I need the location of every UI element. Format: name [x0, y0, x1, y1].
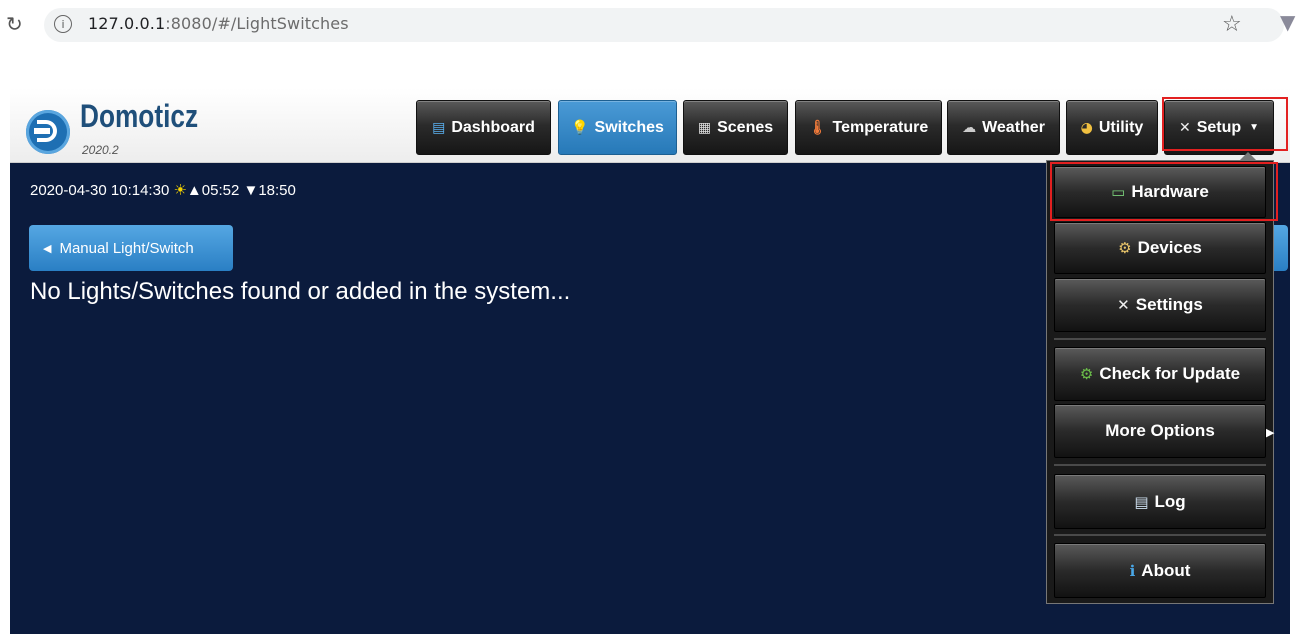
- tab-switches[interactable]: 💡 Switches: [558, 100, 677, 155]
- tab-scenes[interactable]: ▦ Scenes: [683, 100, 788, 155]
- reload-icon[interactable]: ↻: [6, 12, 28, 36]
- tools-icon: ✕: [1117, 296, 1130, 314]
- lightbulb-icon: 💡: [571, 119, 589, 136]
- brand-version: 2020.2: [82, 143, 119, 157]
- clapper-icon: ▦: [697, 119, 712, 136]
- highlight-hardware: [1050, 162, 1278, 221]
- tab-temperature-label: Temperature: [832, 118, 929, 136]
- tab-dashboard[interactable]: ▤ Dashboard: [416, 100, 551, 155]
- logo-d-bar: [34, 128, 50, 134]
- dropdown-caret: [1240, 152, 1256, 160]
- menu-item-about-label: About: [1141, 560, 1191, 580]
- manual-light-switch-label: Manual Light/Switch: [59, 239, 194, 257]
- menu-item-devices[interactable]: ⚙ Devices: [1054, 222, 1266, 274]
- utility-icon: ◕: [1080, 119, 1093, 136]
- thermometer-icon: 🌡: [808, 119, 827, 136]
- menu-item-check-for-update[interactable]: ⚙ Check for Update: [1054, 347, 1266, 401]
- menu-item-log[interactable]: ▤ Log: [1054, 474, 1266, 529]
- tab-switches-label: Switches: [594, 118, 664, 136]
- menu-item-about[interactable]: ℹ About: [1054, 543, 1266, 598]
- tab-weather[interactable]: ☁ Weather: [947, 100, 1060, 155]
- tab-dashboard-label: Dashboard: [451, 118, 535, 136]
- tab-utility-label: Utility: [1098, 118, 1144, 136]
- menu-divider: [1054, 464, 1266, 466]
- menu-item-devices-label: Devices: [1137, 238, 1202, 257]
- tab-weather-label: Weather: [982, 118, 1045, 136]
- chevron-right-icon: ▶: [1266, 426, 1275, 439]
- dashboard-icon: ▤: [432, 119, 446, 136]
- manual-light-switch-button[interactable]: ◀ Manual Light/Switch: [29, 225, 233, 271]
- url-path: :8080/#/LightSwitches: [165, 14, 349, 33]
- status-datetime: 2020-04-30 10:14:30 ☀▲05:52 ▼18:50: [30, 181, 296, 199]
- menu-item-more-options[interactable]: More Options: [1054, 404, 1266, 458]
- sunset-time: ▼18:50: [243, 182, 296, 199]
- tab-scenes-label: Scenes: [717, 118, 774, 136]
- sunrise-time: ▲05:52: [186, 182, 240, 199]
- url-host: 127.0.0.1: [88, 14, 166, 33]
- tab-utility[interactable]: ◕ Utility: [1066, 100, 1158, 155]
- highlight-setup: [1162, 97, 1288, 151]
- url-text[interactable]: 127.0.0.1:8080/#/LightSwitches: [88, 14, 349, 33]
- update-gear-icon: ⚙: [1079, 365, 1094, 383]
- current-datetime: 2020-04-30 10:14:30: [30, 182, 170, 199]
- tab-temperature[interactable]: 🌡 Temperature: [795, 100, 942, 155]
- menu-divider: [1054, 534, 1266, 536]
- info-icon[interactable]: i: [54, 15, 72, 33]
- extension-icon[interactable]: ▼: [1280, 10, 1295, 34]
- menu-item-settings[interactable]: ✕ Settings: [1054, 278, 1266, 332]
- empty-message: No Lights/Switches found or added in the…: [30, 278, 571, 305]
- brand-name: Domoticz: [80, 98, 199, 134]
- cloud-icon: ☁: [962, 119, 977, 136]
- menu-item-more-options-label: More Options: [1105, 421, 1215, 440]
- menu-item-settings-label: Settings: [1135, 295, 1203, 314]
- info-icon: ℹ: [1129, 561, 1136, 580]
- gear-icon: ⚙: [1118, 239, 1132, 257]
- menu-item-check-for-update-label: Check for Update: [1099, 364, 1241, 383]
- star-icon[interactable]: ☆: [1222, 12, 1242, 37]
- sun-icon: ☀: [173, 181, 187, 199]
- menu-divider: [1054, 338, 1266, 340]
- menu-item-log-label: Log: [1154, 491, 1186, 511]
- back-arrow-icon: ◀: [43, 241, 52, 255]
- log-icon: ▤: [1134, 492, 1149, 511]
